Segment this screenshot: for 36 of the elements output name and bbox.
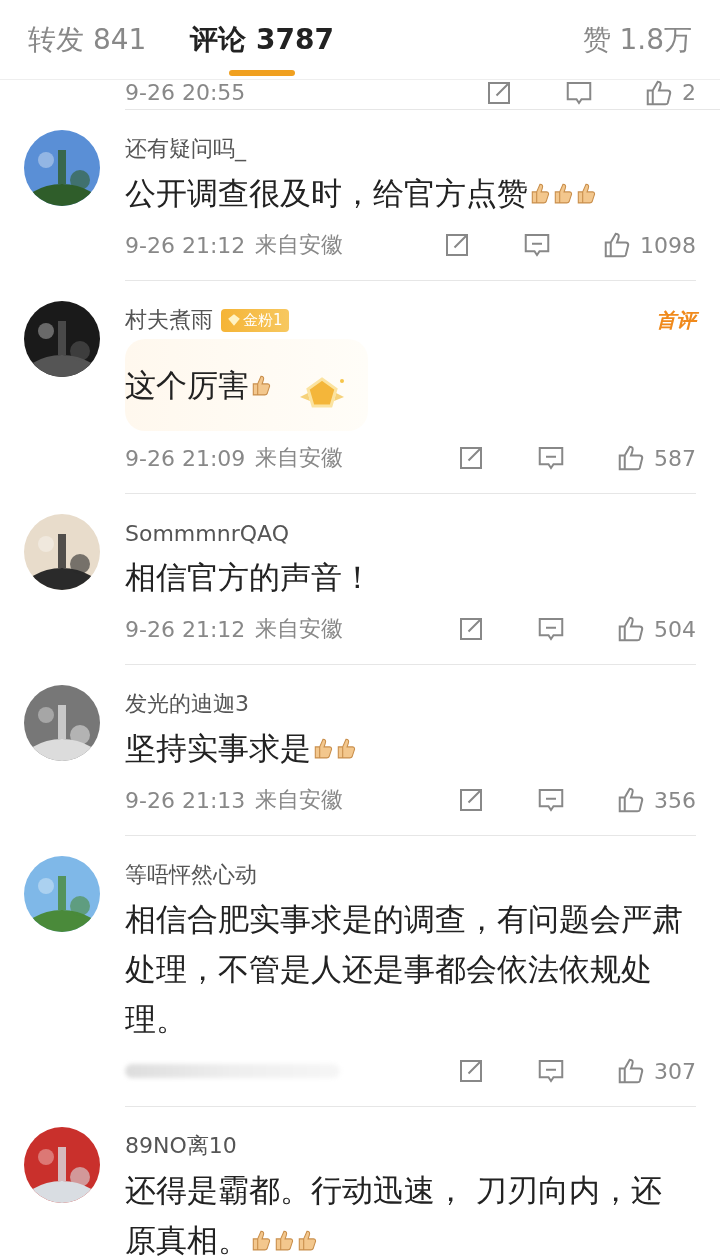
like-count: 587 (654, 445, 696, 471)
comment-text: 公开调查很及时，给官方点赞 (125, 168, 601, 218)
username[interactable]: 村夫煮雨 (125, 305, 213, 335)
thumbs-up-icon[interactable] (602, 230, 632, 260)
comment-text: 相信合肥实事求是的调查，有问题会严肃处理，不管是人还是事都会依法依规处理。 (125, 900, 684, 1039)
thumbs-up-icon[interactable] (616, 785, 646, 815)
comment-time: 9-26 21:12 (125, 232, 246, 258)
comment-time: 9-26 20:55 (125, 80, 246, 105)
like-count: 2 (682, 80, 696, 105)
like-count[interactable]: 赞 1.8万 (582, 20, 692, 59)
comment-location: 来自安徽 (255, 786, 344, 814)
comment-text: 坚持实事求是 (125, 723, 361, 773)
tab[interactable]: 转发 841 (28, 0, 147, 80)
username[interactable]: 发光的迪迦3 (125, 689, 249, 719)
comment-text: 这个厉害 (125, 360, 276, 410)
comment-location: 来自安徽 (255, 444, 344, 472)
thumbs-up-icon[interactable] (616, 1056, 646, 1086)
username[interactable]: 还有疑问吗_ (125, 134, 246, 164)
comment-time: 9-26 21:12 (125, 616, 246, 642)
comment-time: 9-26 21:13 (125, 787, 246, 813)
username[interactable]: 等唔怦然心动 (125, 860, 257, 890)
tab[interactable]: 评论 3787 (190, 0, 335, 80)
like-count: 1098 (640, 232, 696, 258)
fan-badge: 金粉1 (221, 308, 289, 332)
comment-location: 来自安徽 (255, 615, 344, 643)
comment-text: 还得是霸都。行动迅速， 刀刃向内，还原真相。 (125, 1171, 663, 1258)
username[interactable]: SommmnrQAQ (125, 520, 289, 546)
comment-location: 来自安徽 (255, 231, 344, 259)
thumbs-up-icon[interactable] (616, 614, 646, 644)
like-count: 307 (654, 1058, 696, 1084)
username[interactable]: 89NO离10 (125, 1131, 237, 1161)
comment-time: 9-26 21:09 (125, 445, 246, 471)
like-count: 356 (654, 787, 696, 813)
thumbs-up-icon[interactable] (616, 443, 646, 473)
comment-text: 相信官方的声音！ (125, 558, 374, 597)
like-count: 504 (654, 616, 696, 642)
